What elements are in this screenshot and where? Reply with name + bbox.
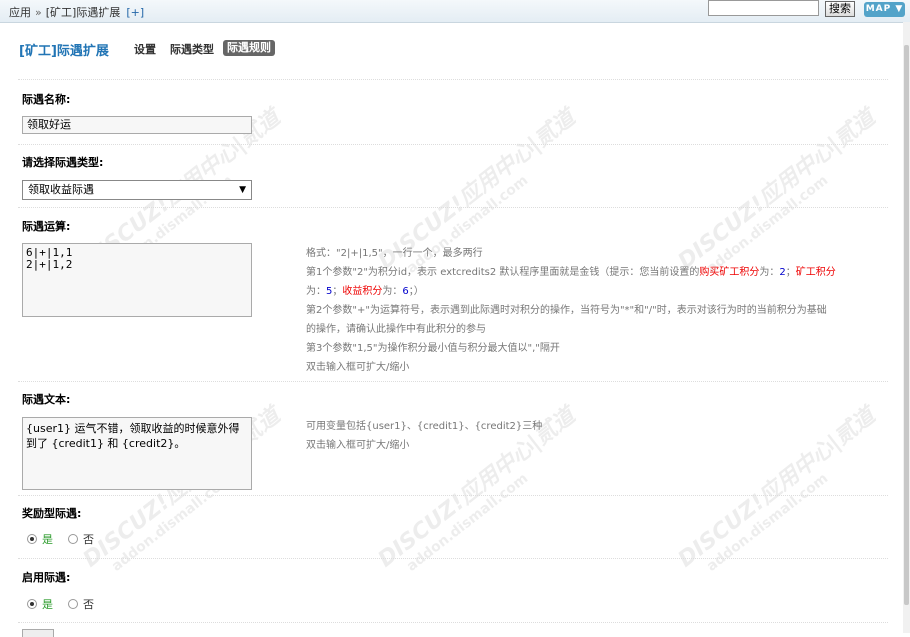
search-button[interactable]: 搜索 xyxy=(825,1,855,17)
tip-line: 为：5；收益积分为：6；） xyxy=(306,286,424,297)
calc-label: 际遇运算: xyxy=(22,220,71,233)
search-input[interactable] xyxy=(708,0,819,16)
reward-no-radio[interactable] xyxy=(68,534,78,544)
tab-encounter-rules[interactable]: 际遇规则 xyxy=(223,40,275,56)
tip-line: 格式："2|+|1,5"，一行一个，最多两行 xyxy=(306,248,483,259)
scrollbar-thumb[interactable] xyxy=(904,45,909,605)
divider xyxy=(18,79,888,80)
name-input[interactable]: 领取好运 xyxy=(22,116,252,134)
tip-line: 双击输入框可扩大/缩小 xyxy=(306,362,410,373)
map-button[interactable]: MAP ▼ xyxy=(864,2,905,17)
calc-tip: 格式："2|+|1,5"，一行一个，最多两行 第1个参数"2"为积分id，表示 … xyxy=(306,244,896,377)
enable-yes-radio[interactable] xyxy=(27,599,37,609)
enable-label: 启用际遇: xyxy=(22,571,71,584)
reward-yes-radio[interactable] xyxy=(27,534,37,544)
divider xyxy=(18,381,888,382)
enable-radio-group: 是 否 xyxy=(27,596,94,612)
divider xyxy=(18,622,888,623)
top-bar: 应用 » [矿工]际遇扩展 [+] 搜索 MAP ▼ xyxy=(0,0,910,23)
enable-yes-label[interactable]: 是 xyxy=(42,596,53,612)
tab-settings[interactable]: 设置 xyxy=(134,41,156,57)
tip-line: 可用变量包括{user1}、{credit1}、{credit2}三种 xyxy=(306,421,543,432)
breadcrumb-current: [矿工]际遇扩展 xyxy=(45,6,121,19)
breadcrumb-root[interactable]: 应用 xyxy=(9,6,31,19)
reward-label: 奖励型际遇: xyxy=(22,507,82,520)
text-label: 际遇文本: xyxy=(22,393,71,406)
breadcrumb: 应用 » [矿工]际遇扩展 [+] xyxy=(9,4,144,20)
reward-no-label[interactable]: 否 xyxy=(83,531,94,547)
reward-yes-label[interactable]: 是 xyxy=(42,531,53,547)
type-select[interactable]: 领取收益际遇 ▼ xyxy=(22,180,252,200)
submit-button[interactable] xyxy=(22,629,54,637)
divider xyxy=(18,207,888,208)
chevron-down-icon: ▼ xyxy=(895,4,904,14)
tip-line: 的操作，请确认此操作中有此积分的参与 xyxy=(306,324,486,335)
text-tip: 可用变量包括{user1}、{credit1}、{credit2}三种 双击输入… xyxy=(306,417,896,455)
map-button-label: MAP xyxy=(865,4,892,14)
breadcrumb-separator: » xyxy=(35,6,42,19)
tip-line: 双击输入框可扩大/缩小 xyxy=(306,440,410,451)
type-label: 请选择际遇类型: xyxy=(22,156,104,169)
tip-line: 第1个参数"2"为积分id，表示 extcredits2 默认程序里面就是金钱（… xyxy=(306,267,836,278)
divider xyxy=(18,144,888,145)
tip-line: 第3个参数"1,5"为操作积分最小值与积分最大值以","隔开 xyxy=(306,343,560,354)
add-favorite-link[interactable]: [+] xyxy=(126,6,144,19)
tip-line: 第2个参数"+"为运算符号，表示遇到此际遇时对积分的操作，当符号为"*"和"/"… xyxy=(306,305,827,316)
tab-encounter-types[interactable]: 际遇类型 xyxy=(170,41,214,57)
divider xyxy=(18,558,888,559)
reward-radio-group: 是 否 xyxy=(27,531,94,547)
type-select-value: 领取收益际遇 xyxy=(28,183,94,196)
plugin-title: [矿工]际遇扩展 xyxy=(19,44,109,59)
enable-no-radio[interactable] xyxy=(68,599,78,609)
divider xyxy=(18,495,888,496)
name-label: 际遇名称: xyxy=(22,93,71,106)
dropdown-arrow-icon: ▼ xyxy=(239,185,246,195)
text-textarea[interactable]: {user1} 运气不错，领取收益的时候意外得到了 {credit1} 和 {c… xyxy=(22,417,252,490)
enable-no-label[interactable]: 否 xyxy=(83,596,94,612)
calc-textarea[interactable]: 6|+|1,1 2|+|1,2 xyxy=(22,243,252,317)
